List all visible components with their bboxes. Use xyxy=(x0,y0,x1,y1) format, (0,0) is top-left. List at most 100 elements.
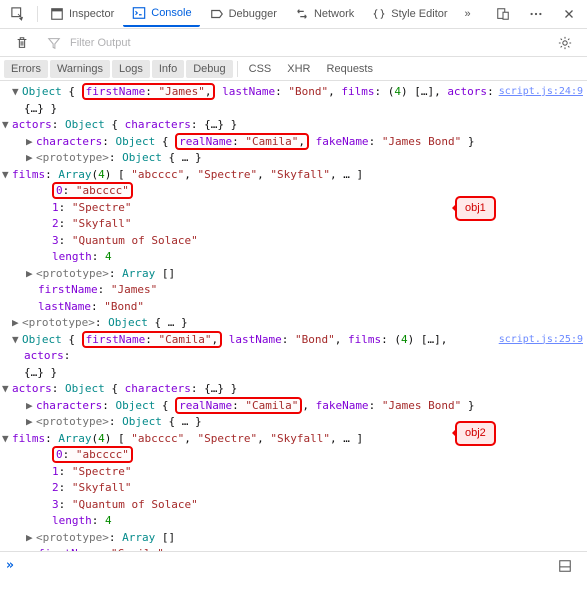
separator xyxy=(237,61,238,77)
cat-debug[interactable]: Debug xyxy=(186,60,232,78)
tree-row[interactable]: ▶<prototype>: Object { … } xyxy=(0,414,587,431)
cat-xhr[interactable]: XHR xyxy=(280,60,317,78)
cat-css[interactable]: CSS xyxy=(242,60,279,78)
filter-icon xyxy=(46,35,62,51)
log-entry[interactable]: ▼Object { firstName: "James", lastName: … xyxy=(0,84,587,101)
tree-row[interactable]: ▶<prototype>: Array [] xyxy=(0,530,587,547)
disclosure-triangle[interactable]: ▼ xyxy=(12,84,22,101)
style-editor-tab[interactable]: Style Editor xyxy=(363,2,455,26)
debugger-icon xyxy=(209,6,225,22)
console-tab[interactable]: Console xyxy=(123,1,199,27)
console-output[interactable]: ▼Object { firstName: "James", lastName: … xyxy=(0,81,587,551)
tree-row[interactable]: 1: "Spectre" xyxy=(0,464,587,481)
highlight-box: firstName: "Camila", xyxy=(82,331,222,348)
tree-row[interactable]: ▶characters: Object { realName: "Camila"… xyxy=(0,134,587,151)
annotation-callout: obj1 xyxy=(455,196,496,221)
tree-row[interactable]: ▶<prototype>: Array [] xyxy=(0,266,587,283)
more-tools-button[interactable]: » xyxy=(457,4,479,24)
highlight-box: 0: "abcccc" xyxy=(52,446,133,463)
kebab-menu-button[interactable] xyxy=(520,2,552,26)
tree-row[interactable]: ▼actors: Object { characters: {…} } xyxy=(0,381,587,398)
highlight-box: realName: "Camila" xyxy=(175,397,302,414)
settings-button[interactable] xyxy=(549,31,581,55)
source-location-link[interactable]: script.js:25:9 xyxy=(499,332,583,365)
disclosure-triangle[interactable]: ▶ xyxy=(26,134,36,151)
tree-row[interactable]: ▶characters: Object { realName: "Camila"… xyxy=(0,398,587,415)
split-console-button[interactable] xyxy=(549,554,581,578)
style-editor-label: Style Editor xyxy=(391,8,447,20)
tree-row[interactable]: length: 4 xyxy=(0,249,587,266)
tree-row[interactable]: 0: "abcccc" xyxy=(0,183,587,200)
console-input-row: » xyxy=(0,551,587,579)
close-devtools-button[interactable] xyxy=(553,2,585,26)
separator xyxy=(37,6,38,22)
debugger-tab[interactable]: Debugger xyxy=(201,2,285,26)
kebab-icon xyxy=(528,6,544,22)
highlight-box: firstName: "James", xyxy=(82,83,216,100)
tree-row[interactable]: lastName: "Bond" xyxy=(0,299,587,316)
tree-row[interactable]: ▼films: Array(4) [ "abcccc", "Spectre", … xyxy=(0,167,587,184)
disclosure-triangle[interactable]: ▶ xyxy=(26,414,36,431)
close-icon xyxy=(561,6,577,22)
debugger-label: Debugger xyxy=(229,8,277,20)
highlight-box: realName: "Camila", xyxy=(175,133,309,150)
highlight-box: 0: "abcccc" xyxy=(52,182,133,199)
log-continuation: {…} } xyxy=(0,101,587,118)
network-label: Network xyxy=(314,8,354,20)
tree-row[interactable]: 1: "Spectre" xyxy=(0,200,587,217)
pick-element-icon xyxy=(10,6,26,22)
tree-row[interactable]: 2: "Skyfall" xyxy=(0,480,587,497)
cat-requests[interactable]: Requests xyxy=(320,60,380,78)
network-tab[interactable]: Network xyxy=(286,2,362,26)
inspector-label: Inspector xyxy=(69,8,114,20)
pick-element-button[interactable] xyxy=(2,2,34,26)
inspector-tab[interactable]: Inspector xyxy=(41,2,122,26)
disclosure-triangle[interactable]: ▼ xyxy=(2,431,12,448)
disclosure-triangle[interactable]: ▼ xyxy=(12,332,22,349)
network-icon xyxy=(294,6,310,22)
devtools-toolbar: Inspector Console Debugger Network Style… xyxy=(0,0,587,29)
filter-bar xyxy=(0,29,587,57)
chevron-right-icon: » xyxy=(465,8,471,20)
style-editor-icon xyxy=(371,6,387,22)
tree-row[interactable]: ▼films: Array(4) [ "abcccc", "Spectre", … xyxy=(0,431,587,448)
filter-input[interactable] xyxy=(70,37,541,49)
inspector-icon xyxy=(49,6,65,22)
tree-row[interactable]: 2: "Skyfall" xyxy=(0,216,587,233)
tree-row[interactable]: length: 4 xyxy=(0,513,587,530)
disclosure-triangle[interactable]: ▶ xyxy=(12,315,22,332)
disclosure-triangle[interactable]: ▼ xyxy=(2,381,12,398)
cat-warnings[interactable]: Warnings xyxy=(50,60,110,78)
tree-row[interactable]: 3: "Quantum of Solace" xyxy=(0,233,587,250)
disclosure-triangle[interactable]: ▶ xyxy=(26,266,36,283)
tree-row[interactable]: firstName: "Camila" xyxy=(0,546,587,551)
tree-row[interactable]: ▶<prototype>: Object { … } xyxy=(0,150,587,167)
disclosure-triangle[interactable]: ▼ xyxy=(2,117,12,134)
console-input[interactable] xyxy=(22,559,541,572)
responsive-mode-button[interactable] xyxy=(487,2,519,26)
console-label: Console xyxy=(151,7,191,19)
split-icon xyxy=(557,558,573,574)
source-location-link[interactable]: script.js:24:9 xyxy=(499,84,583,101)
disclosure-triangle[interactable]: ▶ xyxy=(26,398,36,415)
gear-icon xyxy=(557,35,573,51)
prompt-icon: » xyxy=(6,558,14,573)
disclosure-triangle[interactable]: ▼ xyxy=(2,167,12,184)
cat-info[interactable]: Info xyxy=(152,60,184,78)
log-entry[interactable]: ▼Object { firstName: "Camila", lastName:… xyxy=(0,332,587,365)
console-icon xyxy=(131,5,147,21)
tree-row[interactable]: 0: "abcccc" xyxy=(0,447,587,464)
tree-row[interactable]: ▶<prototype>: Object { … } xyxy=(0,315,587,332)
cat-logs[interactable]: Logs xyxy=(112,60,150,78)
disclosure-triangle[interactable]: ▶ xyxy=(26,530,36,547)
tree-row[interactable]: firstName: "James" xyxy=(0,282,587,299)
cat-errors[interactable]: Errors xyxy=(4,60,48,78)
clear-console-button[interactable] xyxy=(6,31,38,55)
responsive-icon xyxy=(495,6,511,22)
category-bar: Errors Warnings Logs Info Debug CSS XHR … xyxy=(0,57,587,81)
tree-row[interactable]: 3: "Quantum of Solace" xyxy=(0,497,587,514)
disclosure-triangle[interactable]: ▶ xyxy=(26,150,36,167)
tree-row[interactable]: ▼actors: Object { characters: {…} } xyxy=(0,117,587,134)
log-continuation: {…} } xyxy=(0,365,587,382)
trash-icon xyxy=(14,35,30,51)
